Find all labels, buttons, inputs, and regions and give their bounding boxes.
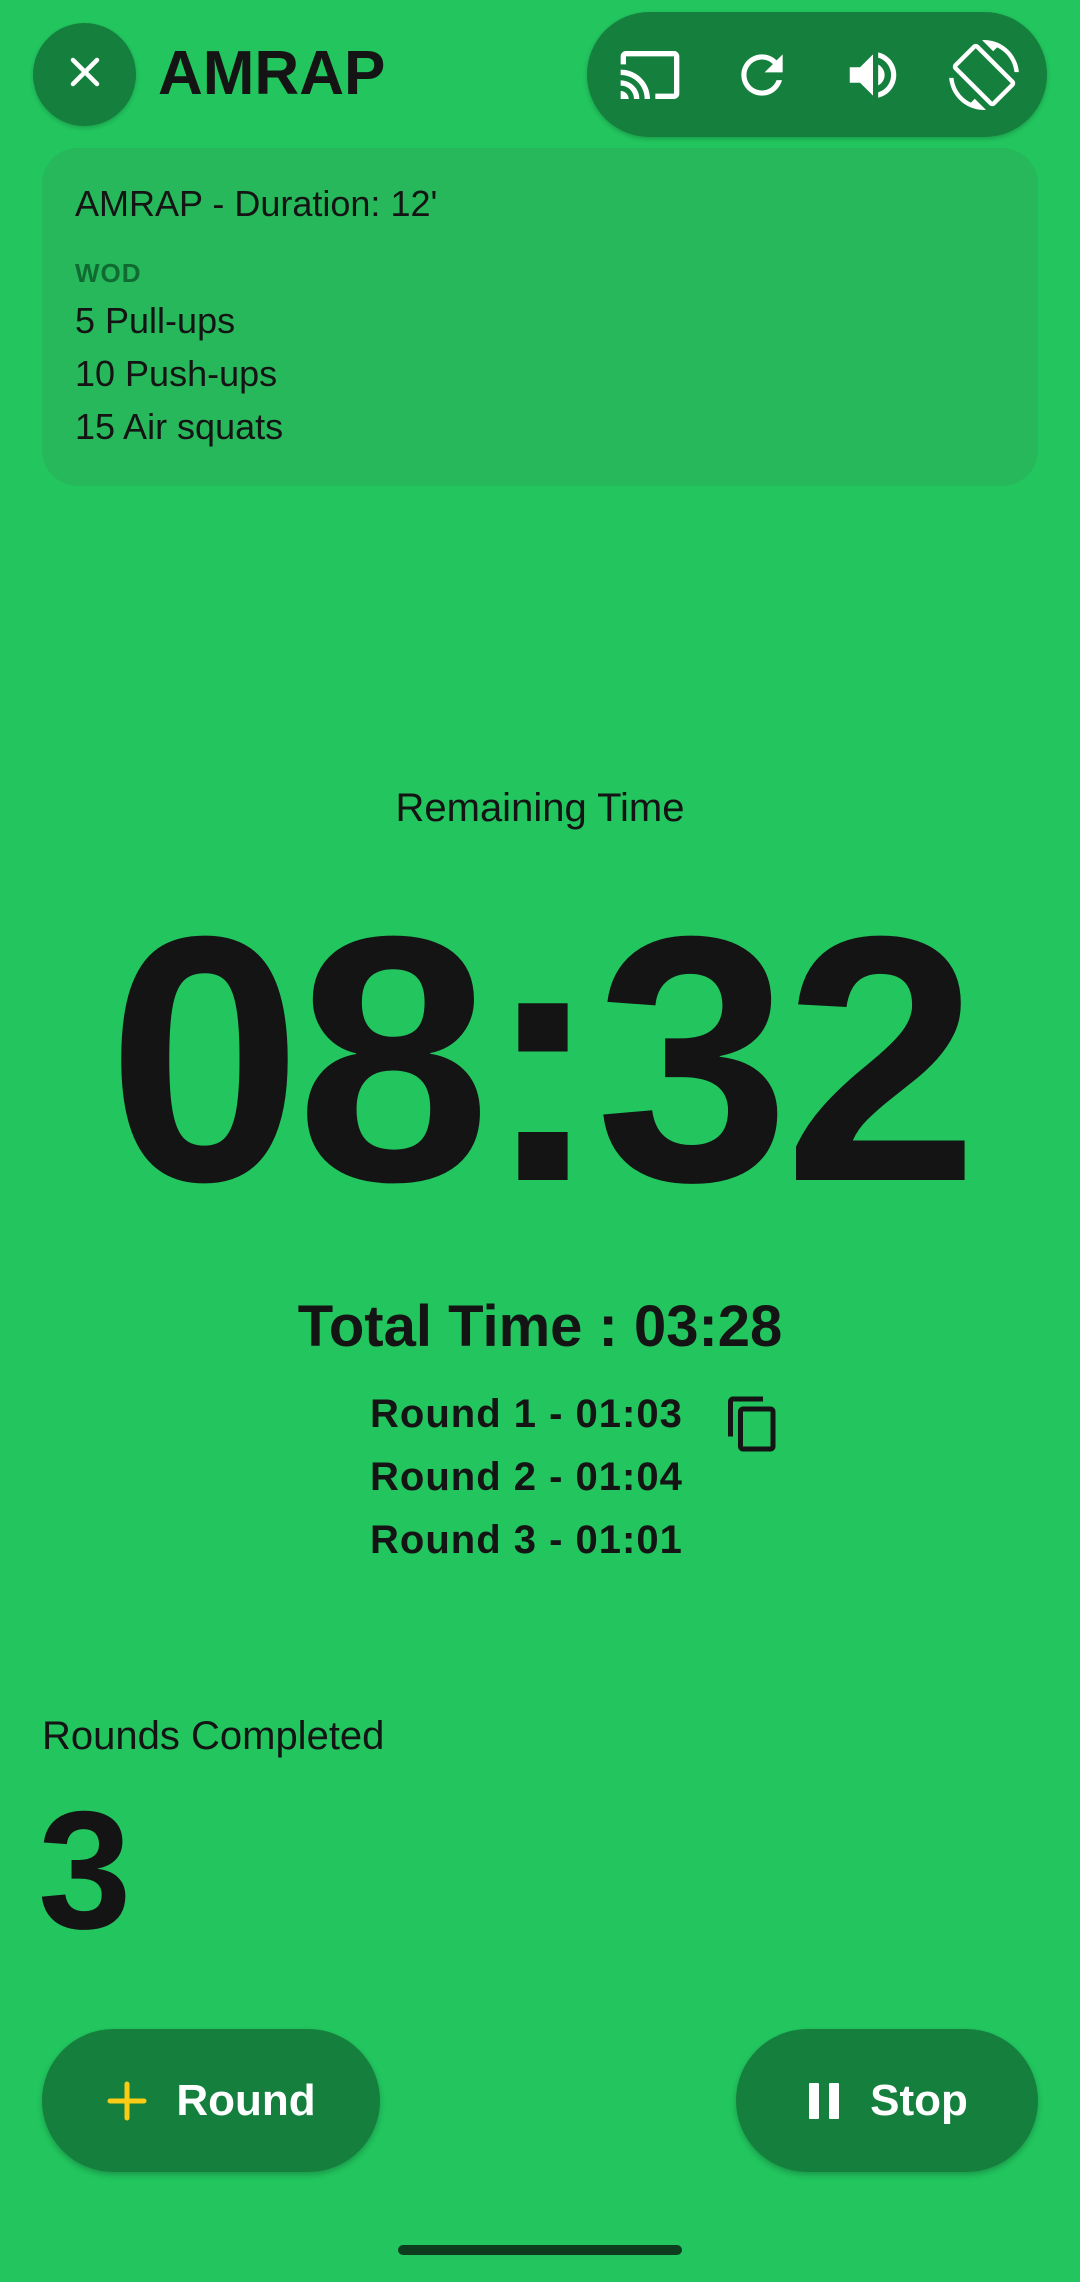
- pause-icon: [806, 2081, 842, 2121]
- screen-rotation-button[interactable]: [943, 34, 1025, 116]
- exercise-list: 5 Pull-ups 10 Push-ups 15 Air squats: [75, 294, 283, 453]
- total-time: Total Time : 03:28: [297, 1294, 783, 1359]
- page-title: AMRAP: [158, 39, 386, 108]
- refresh-button[interactable]: [721, 34, 803, 116]
- wod-card: AMRAP - Duration: 12' WOD 5 Pull-ups 10 …: [42, 148, 1038, 486]
- volume-icon: [842, 44, 904, 106]
- toolbar: [587, 12, 1047, 137]
- rounds-completed-label: Rounds Completed: [42, 1714, 385, 1758]
- volume-button[interactable]: [832, 34, 914, 116]
- refresh-icon: [731, 44, 793, 106]
- copy-icon: [723, 1394, 783, 1459]
- round-splits-list: Round 1 - 01:03 Round 2 - 01:04 Round 3 …: [370, 1383, 683, 1572]
- home-indicator[interactable]: [398, 2245, 682, 2255]
- add-round-label: Round: [176, 2075, 316, 2125]
- plus-icon: [106, 2080, 148, 2122]
- round-split: Round 3 - 01:01: [370, 1518, 683, 1562]
- wod-title: AMRAP - Duration: 12': [75, 183, 438, 224]
- screen-rotation-icon: [949, 40, 1019, 110]
- exercise-item: 5 Pull-ups: [75, 300, 236, 341]
- remaining-time-display: 08:32: [107, 864, 978, 1255]
- cast-button[interactable]: [609, 34, 691, 116]
- wod-label: WOD: [75, 258, 142, 288]
- close-button[interactable]: [33, 23, 136, 126]
- round-split: Round 1 - 01:03: [370, 1392, 683, 1436]
- exercise-item: 10 Push-ups: [75, 353, 278, 394]
- round-split: Round 2 - 01:04: [370, 1455, 683, 1499]
- close-icon: [65, 52, 105, 97]
- stop-label: Stop: [870, 2075, 968, 2125]
- copy-splits-button[interactable]: [720, 1393, 786, 1459]
- exercise-item: 15 Air squats: [75, 406, 284, 447]
- cast-icon: [618, 43, 682, 107]
- stop-button[interactable]: Stop: [736, 2029, 1038, 2172]
- rounds-completed-count: 3: [38, 1776, 132, 1964]
- add-round-button[interactable]: Round: [42, 2029, 380, 2172]
- remaining-time-label: Remaining Time: [395, 786, 685, 830]
